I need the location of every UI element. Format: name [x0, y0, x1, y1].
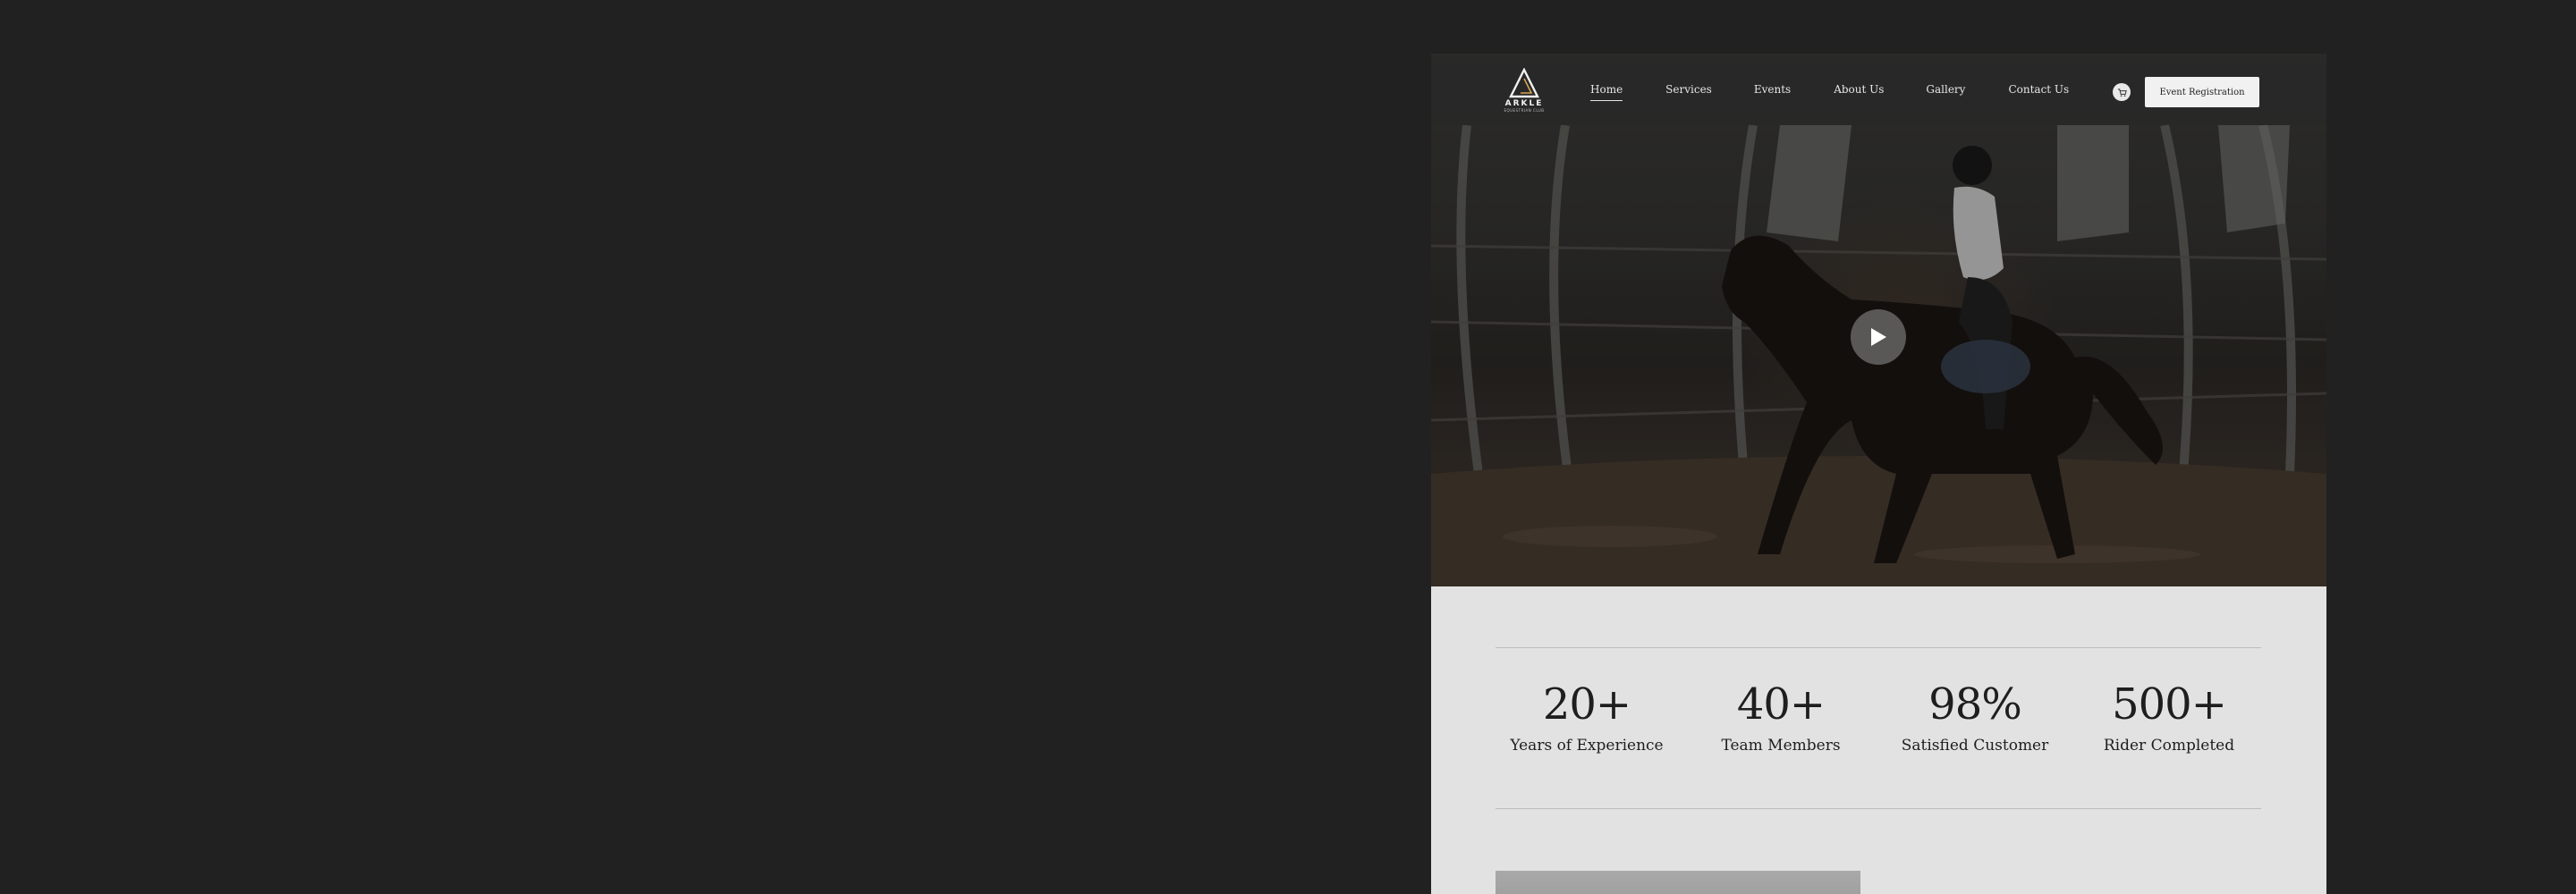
stat-label: Satisfied Customer [1901, 737, 2049, 755]
stat-label: Years of Experience [1510, 737, 1664, 755]
nav-link-about-us[interactable]: About Us [1834, 83, 1884, 96]
nav-link-contact-us[interactable]: Contact Us [2008, 83, 2069, 96]
stat-value: 20+ [1542, 679, 1631, 730]
stat-label: Team Members [1721, 737, 1841, 755]
about-section-heading-fragment [1885, 883, 1921, 894]
stats-bottom-divider [1496, 808, 2261, 809]
stat-team-members: 40+ Team Members [1691, 679, 1870, 755]
nav-link-gallery[interactable]: Gallery [1926, 83, 1965, 96]
nav-menu: Home Services Events About Us Gallery Co… [1590, 54, 2069, 125]
website-page: ARKLE EQUESTRIAN CLUB Home Services Even… [1431, 54, 2326, 894]
logo-tagline: EQUESTRIAN CLUB [1504, 108, 1545, 113]
nav-link-home[interactable]: Home [1590, 83, 1623, 101]
brand-logo[interactable]: ARKLE EQUESTRIAN CLUB [1501, 68, 1547, 116]
stat-value: 500+ [2112, 679, 2227, 730]
stat-value: 40+ [1736, 679, 1826, 730]
play-video-button[interactable] [1851, 309, 1906, 365]
play-icon [1871, 328, 1886, 346]
top-navigation: ARKLE EQUESTRIAN CLUB Home Services Even… [1431, 54, 2326, 125]
logo-a-icon [1509, 68, 1539, 98]
cart-icon [2117, 88, 2127, 97]
about-section-image [1496, 871, 1860, 894]
hero-section: ARKLE EQUESTRIAN CLUB Home Services Even… [1431, 54, 2326, 586]
logo-text: ARKLE [1504, 99, 1544, 108]
nav-link-services[interactable]: Services [1665, 83, 1712, 96]
cart-button[interactable] [2113, 83, 2131, 101]
nav-link-events[interactable]: Events [1754, 83, 1791, 96]
stat-label: Rider Completed [2103, 737, 2235, 755]
stat-rider-completed: 500+ Rider Completed [2080, 679, 2258, 755]
stat-value: 98% [1928, 679, 2022, 730]
event-registration-button[interactable]: Event Registration [2145, 77, 2259, 107]
stat-years-experience: 20+ Years of Experience [1497, 679, 1676, 755]
stat-satisfied-customer: 98% Satisfied Customer [1885, 679, 2064, 755]
stats-top-divider [1496, 647, 2261, 648]
